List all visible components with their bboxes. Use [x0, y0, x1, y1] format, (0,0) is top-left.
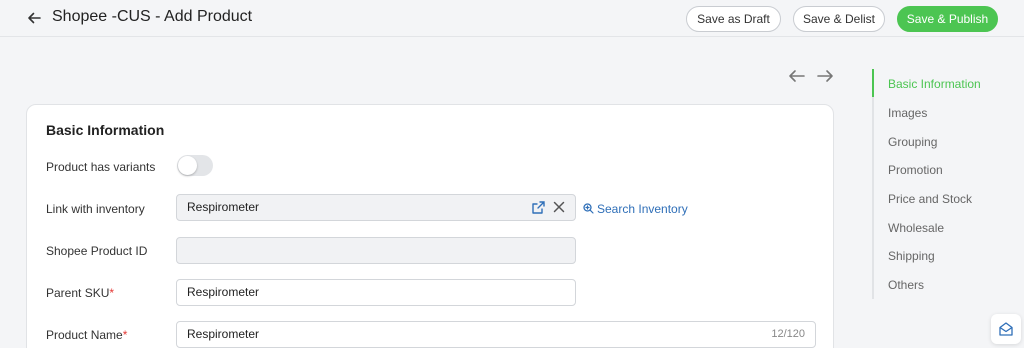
nav-item-shipping[interactable]: Shipping: [888, 249, 935, 263]
parent-sku-label: Parent SKU*: [46, 286, 114, 300]
parent-sku-input[interactable]: Respirometer: [176, 279, 576, 306]
shopee-product-id-field: [176, 237, 576, 264]
basic-information-card: Basic Information Product has variants L…: [26, 104, 834, 348]
product-name-input[interactable]: Respirometer 12/120: [176, 321, 816, 348]
message-button[interactable]: [991, 314, 1021, 344]
active-section-indicator: [872, 69, 874, 97]
close-icon[interactable]: [553, 201, 565, 213]
mail-icon: [999, 322, 1013, 336]
previous-arrow-icon[interactable]: [787, 66, 807, 86]
required-mark: *: [122, 328, 128, 342]
parent-sku-value: Respirometer: [187, 285, 260, 299]
product-name-value: Respirometer: [187, 327, 260, 341]
product-name-label: Product Name*: [46, 328, 127, 342]
nav-item-basic-information[interactable]: Basic Information: [888, 77, 981, 91]
section-title: Basic Information: [46, 122, 165, 138]
variants-label: Product has variants: [46, 160, 156, 174]
save-and-delist-button[interactable]: Save & Delist: [793, 6, 885, 32]
nav-item-promotion[interactable]: Promotion: [888, 163, 943, 177]
page-title: Shopee -CUS - Add Product: [52, 8, 253, 25]
nav-item-others[interactable]: Others: [888, 278, 924, 292]
required-mark: *: [109, 286, 115, 300]
nav-item-price-and-stock[interactable]: Price and Stock: [888, 192, 972, 206]
nav-item-images[interactable]: Images: [888, 106, 927, 120]
zoom-in-icon: [583, 203, 594, 214]
nav-item-wholesale[interactable]: Wholesale: [888, 221, 944, 235]
search-inventory-link[interactable]: Search Inventory: [583, 202, 688, 216]
save-as-draft-button[interactable]: Save as Draft: [686, 6, 781, 32]
back-arrow-icon[interactable]: [24, 8, 44, 28]
search-inventory-label: Search Inventory: [597, 202, 688, 216]
save-and-publish-button[interactable]: Save & Publish: [897, 6, 998, 32]
external-link-icon[interactable]: [531, 200, 546, 215]
variants-toggle[interactable]: [177, 155, 213, 176]
character-count: 12/120: [771, 328, 805, 340]
inventory-value: Respirometer: [187, 200, 260, 214]
parent-sku-label-text: Parent SKU: [46, 286, 110, 300]
next-arrow-icon[interactable]: [815, 66, 835, 86]
inventory-label: Link with inventory: [46, 202, 145, 216]
product-name-label-text: Product Name: [46, 328, 123, 342]
top-bar: Shopee -CUS - Add Product Save as Draft …: [0, 0, 1024, 37]
inventory-field[interactable]: Respirometer: [176, 194, 576, 221]
toggle-knob: [178, 156, 197, 175]
nav-item-grouping[interactable]: Grouping: [888, 135, 937, 149]
shopee-product-id-label: Shopee Product ID: [46, 244, 148, 258]
section-navigation: Basic Information Images Grouping Promot…: [872, 69, 1002, 299]
